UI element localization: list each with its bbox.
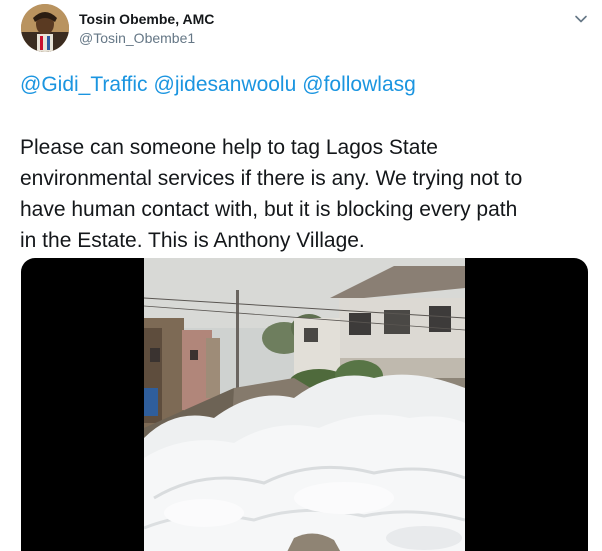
tweet-text-line: environmental services if there is any. … xyxy=(20,167,523,190)
tweet-text-line: have human contact with, but it is block… xyxy=(20,198,518,221)
tweet-text-line: in the Estate. This is Anthony Village. xyxy=(20,229,365,252)
mention-link[interactable]: @jidesanwoolu xyxy=(154,73,297,96)
avatar-image xyxy=(21,4,69,52)
avatar[interactable] xyxy=(21,4,69,52)
tweet-card: Tosin Obembe, AMC @Tosin_Obembe1 @Gidi_T… xyxy=(0,0,602,551)
mention-line: @Gidi_Traffic @jidesanwoolu @followlasg xyxy=(20,72,416,98)
tweet-text-line: Please can someone help to tag Lagos Sta… xyxy=(20,136,438,159)
mention-link[interactable]: @followlasg xyxy=(302,73,416,96)
video-thumbnail xyxy=(144,258,465,551)
tweet-text: Please can someone help to tag Lagos Sta… xyxy=(20,132,585,256)
author-display-name[interactable]: Tosin Obembe, AMC xyxy=(79,11,214,27)
mention-link[interactable]: @Gidi_Traffic xyxy=(20,73,148,96)
video-frame xyxy=(144,258,465,551)
chevron-down-icon xyxy=(575,15,587,23)
more-menu-button[interactable] xyxy=(572,10,590,28)
author-handle[interactable]: @Tosin_Obembe1 xyxy=(79,30,195,46)
video-player[interactable] xyxy=(21,258,588,551)
